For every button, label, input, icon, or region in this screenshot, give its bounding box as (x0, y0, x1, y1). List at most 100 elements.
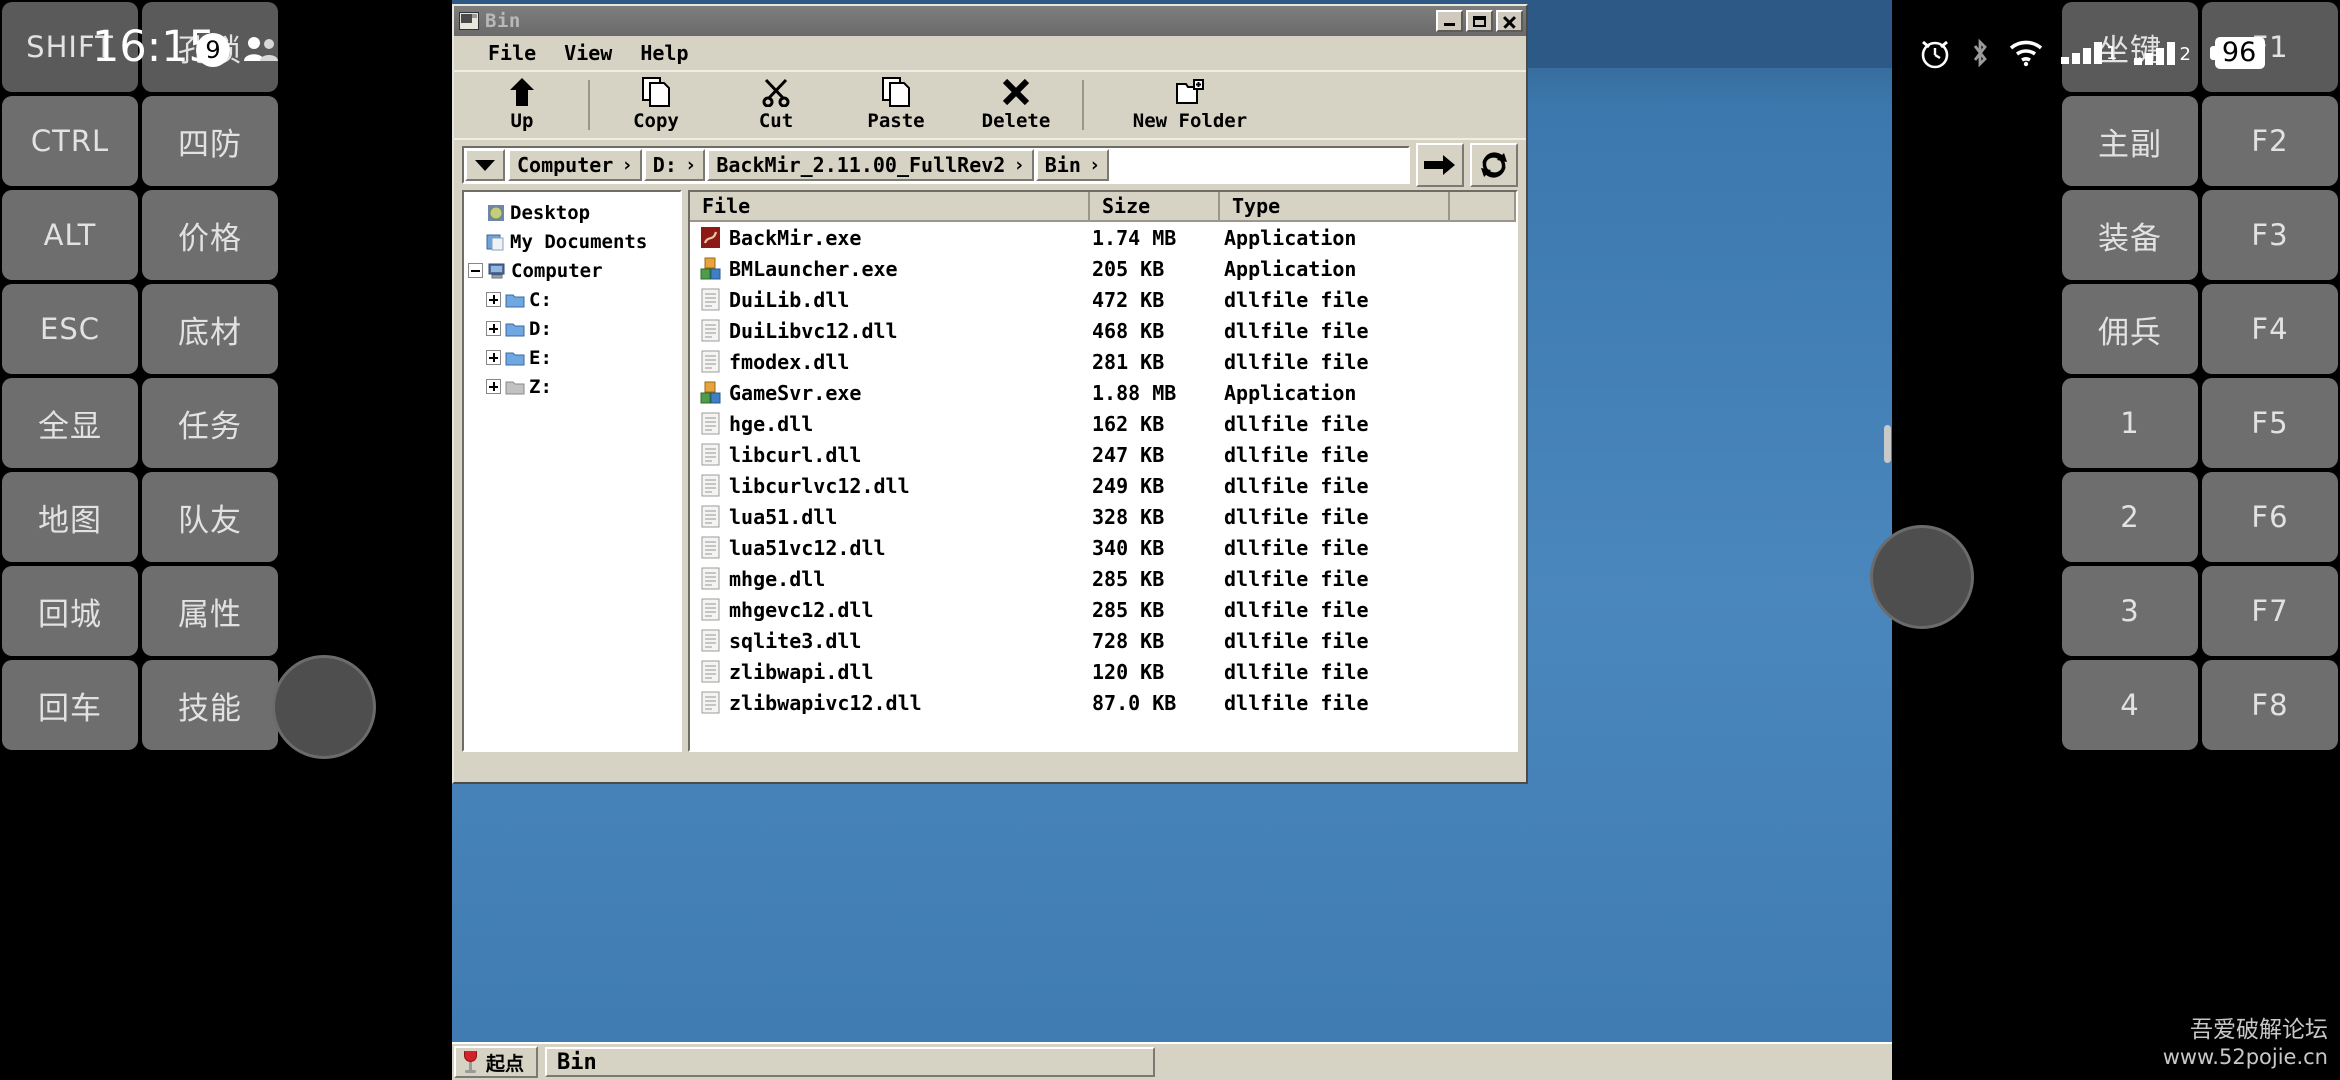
gamepad-left-key-10[interactable]: 地图 (2, 472, 138, 562)
address-bar[interactable]: Computer › D: › BackMir_2.11.00_FullRev2… (454, 138, 1526, 190)
table-row[interactable]: hge.dll 162 KB dllfile file (690, 408, 1516, 439)
window-controls[interactable] (1436, 10, 1523, 32)
tree-item-c-drive[interactable]: C: (468, 285, 678, 314)
gamepad-left-key-11[interactable]: 队友 (142, 472, 278, 562)
file-name-cell[interactable]: mhgevc12.dll (690, 598, 1090, 622)
gamepad-left-key-0[interactable]: SHIFT (2, 2, 138, 92)
column-header-file[interactable]: File (690, 192, 1090, 222)
file-name-cell[interactable]: zlibwapi.dll (690, 660, 1090, 684)
menu-bar[interactable]: File View Help (454, 36, 1526, 70)
maximize-button[interactable] (1466, 10, 1493, 32)
start-button[interactable]: 起点 (454, 1046, 539, 1078)
file-name-cell[interactable]: DuiLibvc12.dll (690, 319, 1090, 343)
joystick-left[interactable] (272, 655, 376, 759)
table-row[interactable]: mhge.dll 285 KB dllfile file (690, 563, 1516, 594)
file-name-cell[interactable]: fmodex.dll (690, 350, 1090, 374)
gamepad-right-grid[interactable]: 坐键 F1 主副 F2 装备 F3 佣兵 F4 1 F5 2 F6 3 F7 4 F8 (2060, 0, 2340, 752)
tree-expander-plus[interactable] (486, 350, 501, 365)
tree-expander-plus[interactable] (486, 292, 501, 307)
breadcrumb-item-bin[interactable]: Bin › (1035, 149, 1110, 181)
tree-item-computer[interactable]: Computer (468, 256, 678, 285)
gamepad-left-key-3[interactable]: 四防 (142, 96, 278, 186)
minimize-button[interactable] (1436, 10, 1463, 32)
refresh-button[interactable] (1470, 143, 1518, 187)
gamepad-right[interactable]: 坐键 F1 主副 F2 装备 F3 佣兵 F4 1 F5 2 F6 3 F7 4 F8 (2060, 0, 2340, 1080)
gamepad-left-key-2[interactable]: CTRL (2, 96, 138, 186)
gamepad-left-key-13[interactable]: 属性 (142, 566, 278, 656)
scroll-handle[interactable] (1884, 425, 1891, 463)
file-name-cell[interactable]: libcurl.dll (690, 443, 1090, 467)
gamepad-right-key-5[interactable]: F3 (2202, 190, 2338, 280)
menu-item-view[interactable]: View (550, 39, 626, 67)
file-name-cell[interactable]: hge.dll (690, 412, 1090, 436)
tree-expander-plus[interactable] (486, 379, 501, 394)
gamepad-right-key-9[interactable]: F5 (2202, 378, 2338, 468)
address-dropdown-button[interactable] (465, 149, 505, 181)
gamepad-right-key-14[interactable]: 4 (2062, 660, 2198, 750)
toolbar[interactable]: Up Copy Cut Paste Delete New Folder (454, 70, 1526, 138)
gamepad-left[interactable]: SHIFT 孔锁 CTRL 四防 ALT 价格 ESC 底材 全显 任务 地图 队友 回城 属性 回车 技能 (0, 0, 280, 1080)
file-name-cell[interactable]: zlibwapivc12.dll (690, 691, 1090, 715)
table-row[interactable]: BackMir.exe 1.74 MB Application (690, 222, 1516, 253)
file-name-cell[interactable]: BMLauncher.exe (690, 257, 1090, 281)
gamepad-left-key-6[interactable]: ESC (2, 284, 138, 374)
gamepad-left-key-15[interactable]: 技能 (142, 660, 278, 750)
gamepad-right-key-7[interactable]: F4 (2202, 284, 2338, 374)
gamepad-left-key-12[interactable]: 回城 (2, 566, 138, 656)
column-header-type[interactable]: Type (1220, 192, 1450, 222)
file-name-cell[interactable]: lua51vc12.dll (690, 536, 1090, 560)
table-row[interactable]: fmodex.dll 281 KB dllfile file (690, 346, 1516, 377)
gamepad-right-key-3[interactable]: F2 (2202, 96, 2338, 186)
taskbar[interactable]: 起点 Bin (452, 1042, 1892, 1080)
table-row[interactable]: lua51.dll 328 KB dllfile file (690, 501, 1516, 532)
file-name-cell[interactable]: lua51.dll (690, 505, 1090, 529)
gamepad-left-key-8[interactable]: 全显 (2, 378, 138, 468)
gamepad-right-key-10[interactable]: 2 (2062, 472, 2198, 562)
toolbar-paste-button[interactable]: Paste (836, 72, 956, 138)
gamepad-right-key-0[interactable]: 坐键 (2062, 2, 2198, 92)
window-titlebar[interactable]: Bin (454, 6, 1526, 36)
table-row[interactable]: libcurl.dll 247 KB dllfile file (690, 439, 1516, 470)
file-name-cell[interactable]: DuiLib.dll (690, 288, 1090, 312)
breadcrumb-item-computer[interactable]: Computer › (508, 149, 642, 181)
tree-item-desktop[interactable]: Desktop (468, 198, 678, 227)
table-row[interactable]: GameSvr.exe 1.88 MB Application (690, 377, 1516, 408)
breadcrumb[interactable]: Computer › D: › BackMir_2.11.00_FullRev2… (462, 146, 1410, 184)
table-row[interactable]: BMLauncher.exe 205 KB Application (690, 253, 1516, 284)
go-button[interactable] (1416, 143, 1464, 187)
gamepad-left-grid[interactable]: SHIFT 孔锁 CTRL 四防 ALT 价格 ESC 底材 全显 任务 地图 队友 回城 属性 回车 技能 (0, 0, 280, 752)
table-row[interactable]: libcurlvc12.dll 249 KB dllfile file (690, 470, 1516, 501)
gamepad-right-key-13[interactable]: F7 (2202, 566, 2338, 656)
file-explorer-window[interactable]: Bin File View Help Up Copy Cut Paste Del… (452, 4, 1528, 784)
gamepad-left-key-4[interactable]: ALT (2, 190, 138, 280)
toolbar-new-folder-button[interactable]: New Folder (1090, 72, 1290, 138)
file-list[interactable]: File Size Type BackMir.exe 1.74 MB Applica… (688, 190, 1518, 752)
address-input[interactable] (1111, 149, 1407, 181)
table-row[interactable]: zlibwapi.dll 120 KB dllfile file (690, 656, 1516, 687)
taskbar-task-bin[interactable]: Bin (545, 1047, 1156, 1077)
tree-expander-plus[interactable] (486, 321, 501, 336)
joystick-right[interactable] (1870, 525, 1974, 629)
gamepad-right-key-6[interactable]: 佣兵 (2062, 284, 2198, 374)
tree-item-z-drive[interactable]: Z: (468, 372, 678, 401)
toolbar-delete-button[interactable]: Delete (956, 72, 1076, 138)
gamepad-right-key-12[interactable]: 3 (2062, 566, 2198, 656)
file-name-cell[interactable]: BackMir.exe (690, 226, 1090, 250)
gamepad-right-key-8[interactable]: 1 (2062, 378, 2198, 468)
toolbar-up-button[interactable]: Up (462, 72, 582, 138)
gamepad-right-key-1[interactable]: F1 (2202, 2, 2338, 92)
table-row[interactable]: DuiLibvc12.dll 468 KB dllfile file (690, 315, 1516, 346)
table-row[interactable]: lua51vc12.dll 340 KB dllfile file (690, 532, 1516, 563)
table-row[interactable]: mhgevc12.dll 285 KB dllfile file (690, 594, 1516, 625)
toolbar-cut-button[interactable]: Cut (716, 72, 836, 138)
table-row[interactable]: DuiLib.dll 472 KB dllfile file (690, 284, 1516, 315)
gamepad-left-key-9[interactable]: 任务 (142, 378, 278, 468)
tree-item-e-drive[interactable]: E: (468, 343, 678, 372)
gamepad-left-key-7[interactable]: 底材 (142, 284, 278, 374)
breadcrumb-item-backmir[interactable]: BackMir_2.11.00_FullRev2 › (707, 149, 1034, 181)
table-row[interactable]: sqlite3.dll 728 KB dllfile file (690, 625, 1516, 656)
gamepad-right-key-15[interactable]: F8 (2202, 660, 2338, 750)
menu-item-help[interactable]: Help (626, 39, 702, 67)
menu-item-file[interactable]: File (474, 39, 550, 67)
close-button[interactable] (1496, 10, 1523, 32)
